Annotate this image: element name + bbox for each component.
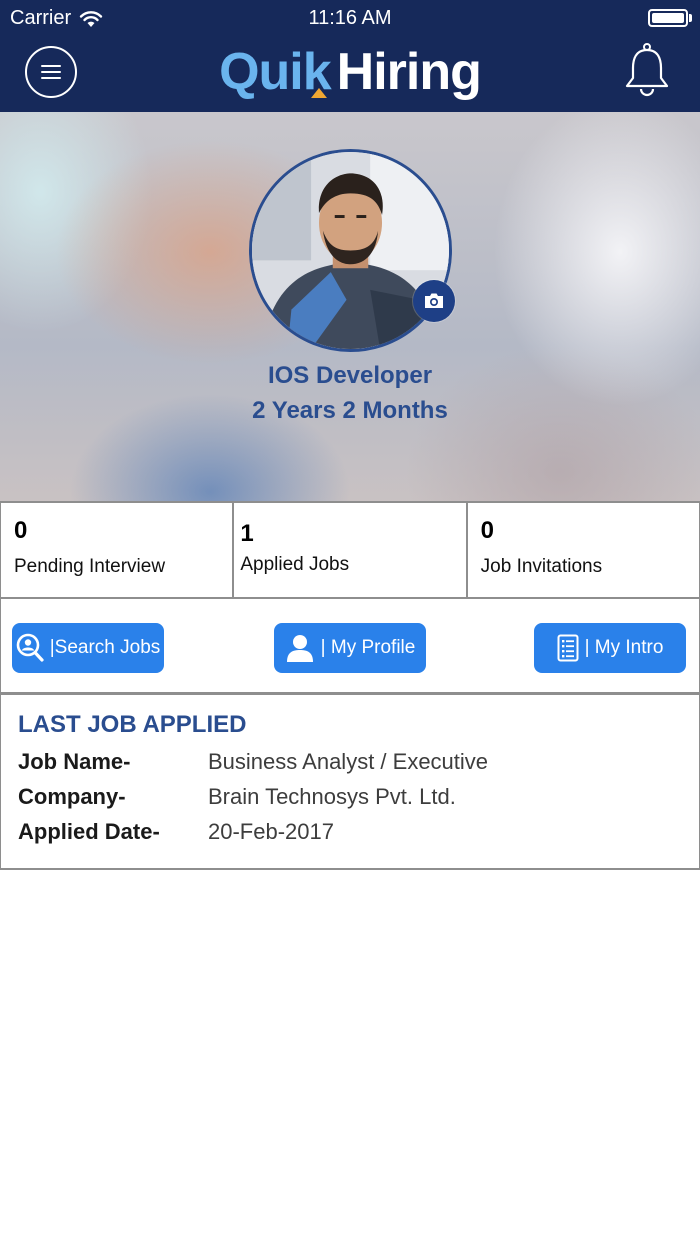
app-logo: Quik Hiring <box>0 40 700 104</box>
stat-job-invitations[interactable]: 0 Job Invitations <box>467 503 699 597</box>
my-profile-button[interactable]: | My Profile <box>274 623 426 673</box>
stat-label: Pending Interview <box>14 556 166 577</box>
stat-count: 1 <box>240 520 254 547</box>
bell-icon <box>625 43 669 97</box>
stat-applied-jobs[interactable]: 1 Applied Jobs <box>234 503 468 597</box>
company-label: Company- <box>18 784 126 809</box>
profile-hero: IOS Developer 2 Years 2 Months <box>0 112 700 502</box>
stat-label: Applied Jobs <box>240 554 350 575</box>
status-time: 11:16 AM <box>308 7 392 29</box>
logo-hiring-text: Hiring <box>336 43 482 101</box>
stat-label: Job Invitations <box>480 556 603 577</box>
search-jobs-button[interactable]: |Search Jobs <box>12 623 164 673</box>
my-profile-label: | My Profile <box>320 637 416 658</box>
camera-icon <box>425 293 443 308</box>
search-user-icon <box>16 633 44 662</box>
last-job-applied-card: LAST JOB APPLIED Job Name- Business Anal… <box>0 693 700 870</box>
last-job-heading: LAST JOB APPLIED <box>18 711 247 738</box>
stats-row: 0 Pending Interview 1 Applied Jobs 0 Job… <box>0 501 700 599</box>
stat-pending-interview[interactable]: 0 Pending Interview <box>1 503 235 597</box>
my-intro-label: | My Intro <box>584 637 664 658</box>
battery-icon <box>648 9 692 27</box>
stat-count: 0 <box>480 517 495 544</box>
status-bar: Carrier 11:16 AM <box>0 0 700 36</box>
logo-accent-mark <box>310 88 327 98</box>
user-icon <box>286 635 313 662</box>
stat-count: 0 <box>14 517 28 544</box>
top-bar: Carrier 11:16 AM Quik Hiring <box>0 0 700 112</box>
document-list-icon <box>557 634 579 662</box>
experience-text: 2 Years 2 Months <box>252 397 448 424</box>
avatar[interactable] <box>249 149 452 352</box>
applied-date-label: Applied Date- <box>18 819 160 844</box>
job-name-label: Job Name- <box>18 749 131 774</box>
avatar-photo <box>252 152 449 349</box>
job-name-value: Business Analyst / Executive <box>208 749 489 774</box>
my-intro-button[interactable]: | My Intro <box>534 623 686 673</box>
change-photo-button[interactable] <box>413 280 455 322</box>
search-jobs-label: |Search Jobs <box>49 637 161 658</box>
notifications-button[interactable] <box>624 42 670 98</box>
action-buttons-row: |Search Jobs | My Profile | My Intro <box>0 597 700 694</box>
job-title: IOS Developer <box>267 362 433 389</box>
applied-date-value: 20-Feb-2017 <box>208 819 334 844</box>
company-value: Brain Technosys Pvt. Ltd. <box>208 784 456 809</box>
